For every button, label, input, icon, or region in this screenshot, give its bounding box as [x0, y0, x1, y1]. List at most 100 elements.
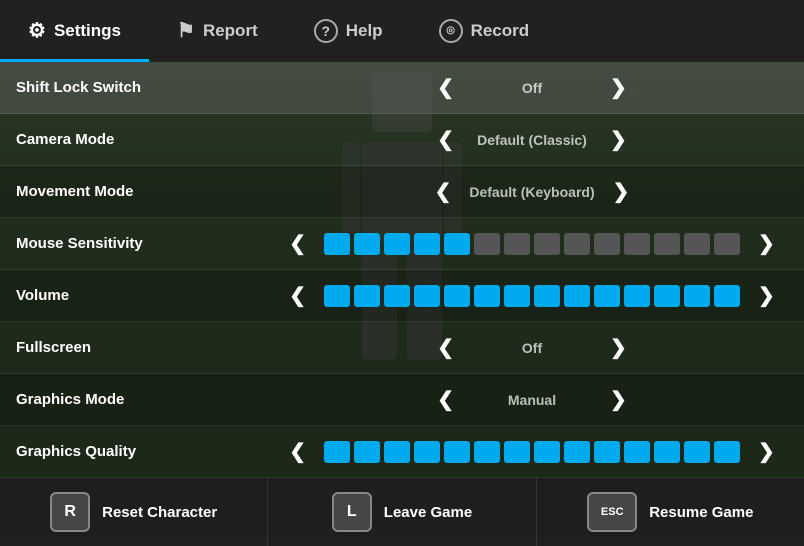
gq-bar-4	[414, 441, 440, 463]
gq-bar-9	[564, 441, 590, 463]
graphics-mode-value: Manual	[472, 392, 592, 408]
movement-mode-control: ❮ Default (Keyboard) ❯	[276, 178, 788, 206]
shift-lock-label: Shift Lock Switch	[16, 79, 276, 96]
setting-row-graphics-quality: Graphics Quality ❮	[0, 426, 804, 478]
fullscreen-prev[interactable]: ❮	[429, 334, 462, 362]
setting-row-camera-mode: Camera Mode ❮ Default (Classic) ❯	[0, 114, 804, 166]
graphics-quality-prev[interactable]: ❮	[281, 438, 314, 466]
resume-game-label: Resume Game	[649, 504, 753, 521]
reset-key-badge: R	[50, 492, 90, 532]
volume-label: Volume	[16, 287, 276, 304]
vol-bar-6	[474, 285, 500, 307]
graphics-quality-control: ❮ ❯	[276, 438, 788, 466]
graphics-quality-slider[interactable]	[324, 441, 740, 463]
nav-item-record[interactable]: ◎ Record	[411, 0, 558, 62]
resume-key-badge: ESC	[587, 492, 637, 532]
graphics-quality-next[interactable]: ❯	[750, 438, 783, 466]
camera-mode-value: Default (Classic)	[472, 132, 592, 148]
settings-rows: Shift Lock Switch ❮ Off ❯ Camera Mode ❮ …	[0, 62, 804, 478]
graphics-mode-label: Graphics Mode	[16, 391, 276, 408]
shift-lock-next[interactable]: ❯	[602, 74, 635, 102]
bar-11	[624, 233, 650, 255]
mouse-sensitivity-slider[interactable]	[324, 233, 740, 255]
mouse-sensitivity-label: Mouse Sensitivity	[16, 235, 276, 252]
nav-item-settings[interactable]: ⚙ Settings	[0, 0, 149, 62]
fullscreen-control: ❮ Off ❯	[276, 334, 788, 362]
vol-bar-9	[564, 285, 590, 307]
fullscreen-next[interactable]: ❯	[602, 334, 635, 362]
gq-bar-8	[534, 441, 560, 463]
shift-lock-value: Off	[472, 80, 592, 96]
vol-bar-13	[684, 285, 710, 307]
nav-record-label: Record	[471, 21, 530, 41]
setting-row-graphics-mode: Graphics Mode ❮ Manual ❯	[0, 374, 804, 426]
camera-mode-label: Camera Mode	[16, 131, 276, 148]
resume-game-button[interactable]: ESC Resume Game	[537, 478, 804, 546]
bar-14	[714, 233, 740, 255]
camera-mode-control: ❮ Default (Classic) ❯	[276, 126, 788, 154]
movement-mode-prev[interactable]: ❮	[427, 178, 460, 206]
fullscreen-label: Fullscreen	[16, 339, 276, 356]
action-bar: R Reset Character L Leave Game ESC Resum…	[0, 478, 804, 546]
settings-panel: ⚙ Settings ⚑ Report ? Help ◎ Record Shif…	[0, 0, 804, 538]
mouse-sensitivity-control: ❮ ❯	[276, 230, 788, 258]
nav-report-label: Report	[203, 21, 258, 41]
gq-bar-7	[504, 441, 530, 463]
setting-row-shift-lock: Shift Lock Switch ❮ Off ❯	[0, 62, 804, 114]
volume-prev[interactable]: ❮	[281, 282, 314, 310]
movement-mode-value: Default (Keyboard)	[469, 184, 594, 200]
settings-icon: ⚙	[28, 21, 46, 41]
camera-mode-next[interactable]: ❯	[602, 126, 635, 154]
volume-slider[interactable]	[324, 285, 740, 307]
nav-item-help[interactable]: ? Help	[286, 0, 411, 62]
gq-bar-12	[654, 441, 680, 463]
fullscreen-value: Off	[472, 340, 592, 356]
bar-12	[654, 233, 680, 255]
gq-bar-11	[624, 441, 650, 463]
movement-mode-next[interactable]: ❯	[605, 178, 638, 206]
gq-bar-10	[594, 441, 620, 463]
bar-2	[354, 233, 380, 255]
vol-bar-12	[654, 285, 680, 307]
gq-bar-1	[324, 441, 350, 463]
vol-bar-2	[354, 285, 380, 307]
volume-next[interactable]: ❯	[750, 282, 783, 310]
shift-lock-prev[interactable]: ❮	[429, 74, 462, 102]
setting-row-movement-mode: Movement Mode ❮ Default (Keyboard) ❯	[0, 166, 804, 218]
vol-bar-5	[444, 285, 470, 307]
bar-3	[384, 233, 410, 255]
volume-control: ❮ ❯	[276, 282, 788, 310]
vol-bar-3	[384, 285, 410, 307]
bar-10	[594, 233, 620, 255]
gq-bar-14	[714, 441, 740, 463]
reset-character-button[interactable]: R Reset Character	[0, 478, 268, 546]
gq-bar-2	[354, 441, 380, 463]
bar-5	[444, 233, 470, 255]
movement-mode-label: Movement Mode	[16, 183, 276, 200]
vol-bar-1	[324, 285, 350, 307]
setting-row-mouse-sensitivity: Mouse Sensitivity ❮	[0, 218, 804, 270]
gq-bar-6	[474, 441, 500, 463]
bar-8	[534, 233, 560, 255]
vol-bar-10	[594, 285, 620, 307]
bar-4	[414, 233, 440, 255]
bar-7	[504, 233, 530, 255]
bar-9	[564, 233, 590, 255]
camera-mode-prev[interactable]: ❮	[429, 126, 462, 154]
graphics-mode-next[interactable]: ❯	[602, 386, 635, 414]
leave-key-badge: L	[332, 492, 372, 532]
vol-bar-8	[534, 285, 560, 307]
mouse-sensitivity-next[interactable]: ❯	[750, 230, 783, 258]
leave-game-button[interactable]: L Leave Game	[268, 478, 536, 546]
shift-lock-control: ❮ Off ❯	[276, 74, 788, 102]
setting-row-volume: Volume ❮	[0, 270, 804, 322]
help-icon: ?	[314, 19, 338, 43]
vol-bar-14	[714, 285, 740, 307]
graphics-mode-control: ❮ Manual ❯	[276, 386, 788, 414]
report-icon: ⚑	[177, 21, 195, 41]
mouse-sensitivity-prev[interactable]: ❮	[281, 230, 314, 258]
gq-bar-5	[444, 441, 470, 463]
graphics-mode-prev[interactable]: ❮	[429, 386, 462, 414]
nav-bar: ⚙ Settings ⚑ Report ? Help ◎ Record	[0, 0, 804, 62]
nav-item-report[interactable]: ⚑ Report	[149, 0, 286, 62]
